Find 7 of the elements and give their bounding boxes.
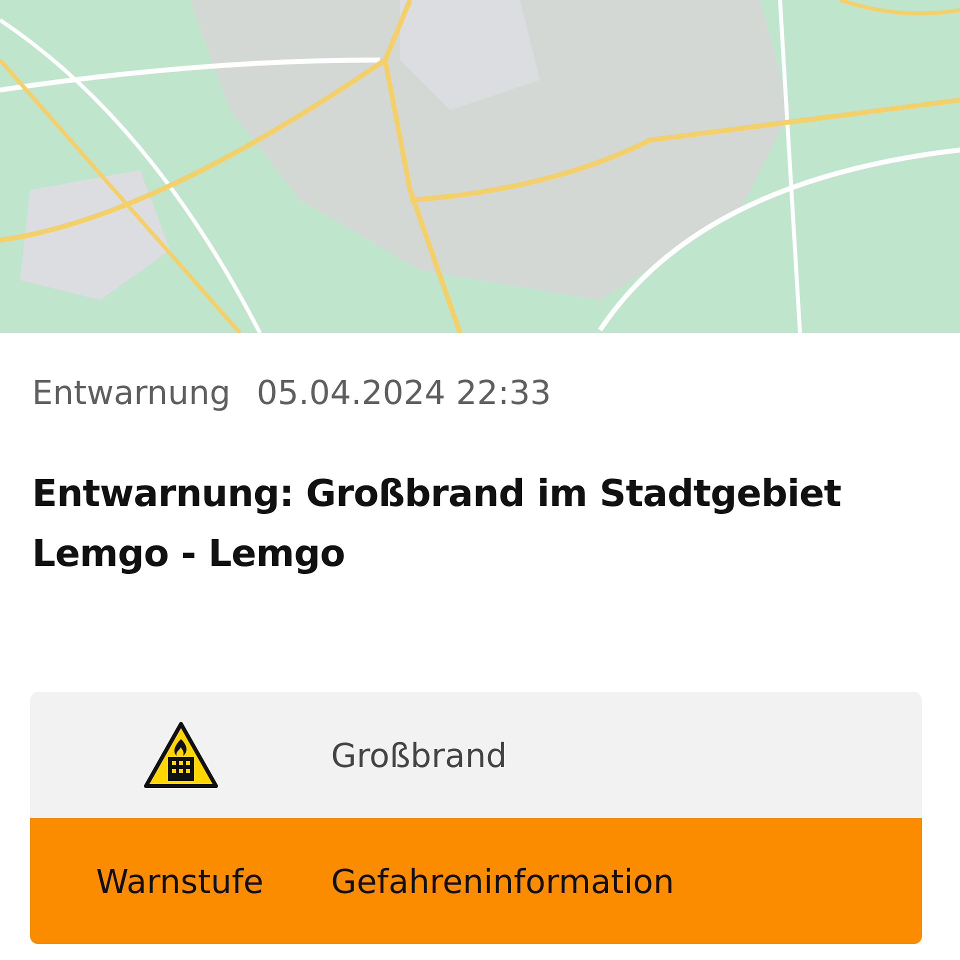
event-type: Großbrand <box>331 736 508 774</box>
warning-level-label: Warnstufe <box>95 862 265 900</box>
status-label: Entwarnung <box>32 373 231 412</box>
date-time: 05.04.2024 22:33 <box>256 373 552 412</box>
warning-level-value: Gefahreninformation <box>331 862 676 900</box>
alert-title: Entwarnung: Großbrand im Stadtgebiet Lemgo - Lemgo <box>32 471 842 577</box>
fire-building-warning-icon <box>142 721 218 789</box>
